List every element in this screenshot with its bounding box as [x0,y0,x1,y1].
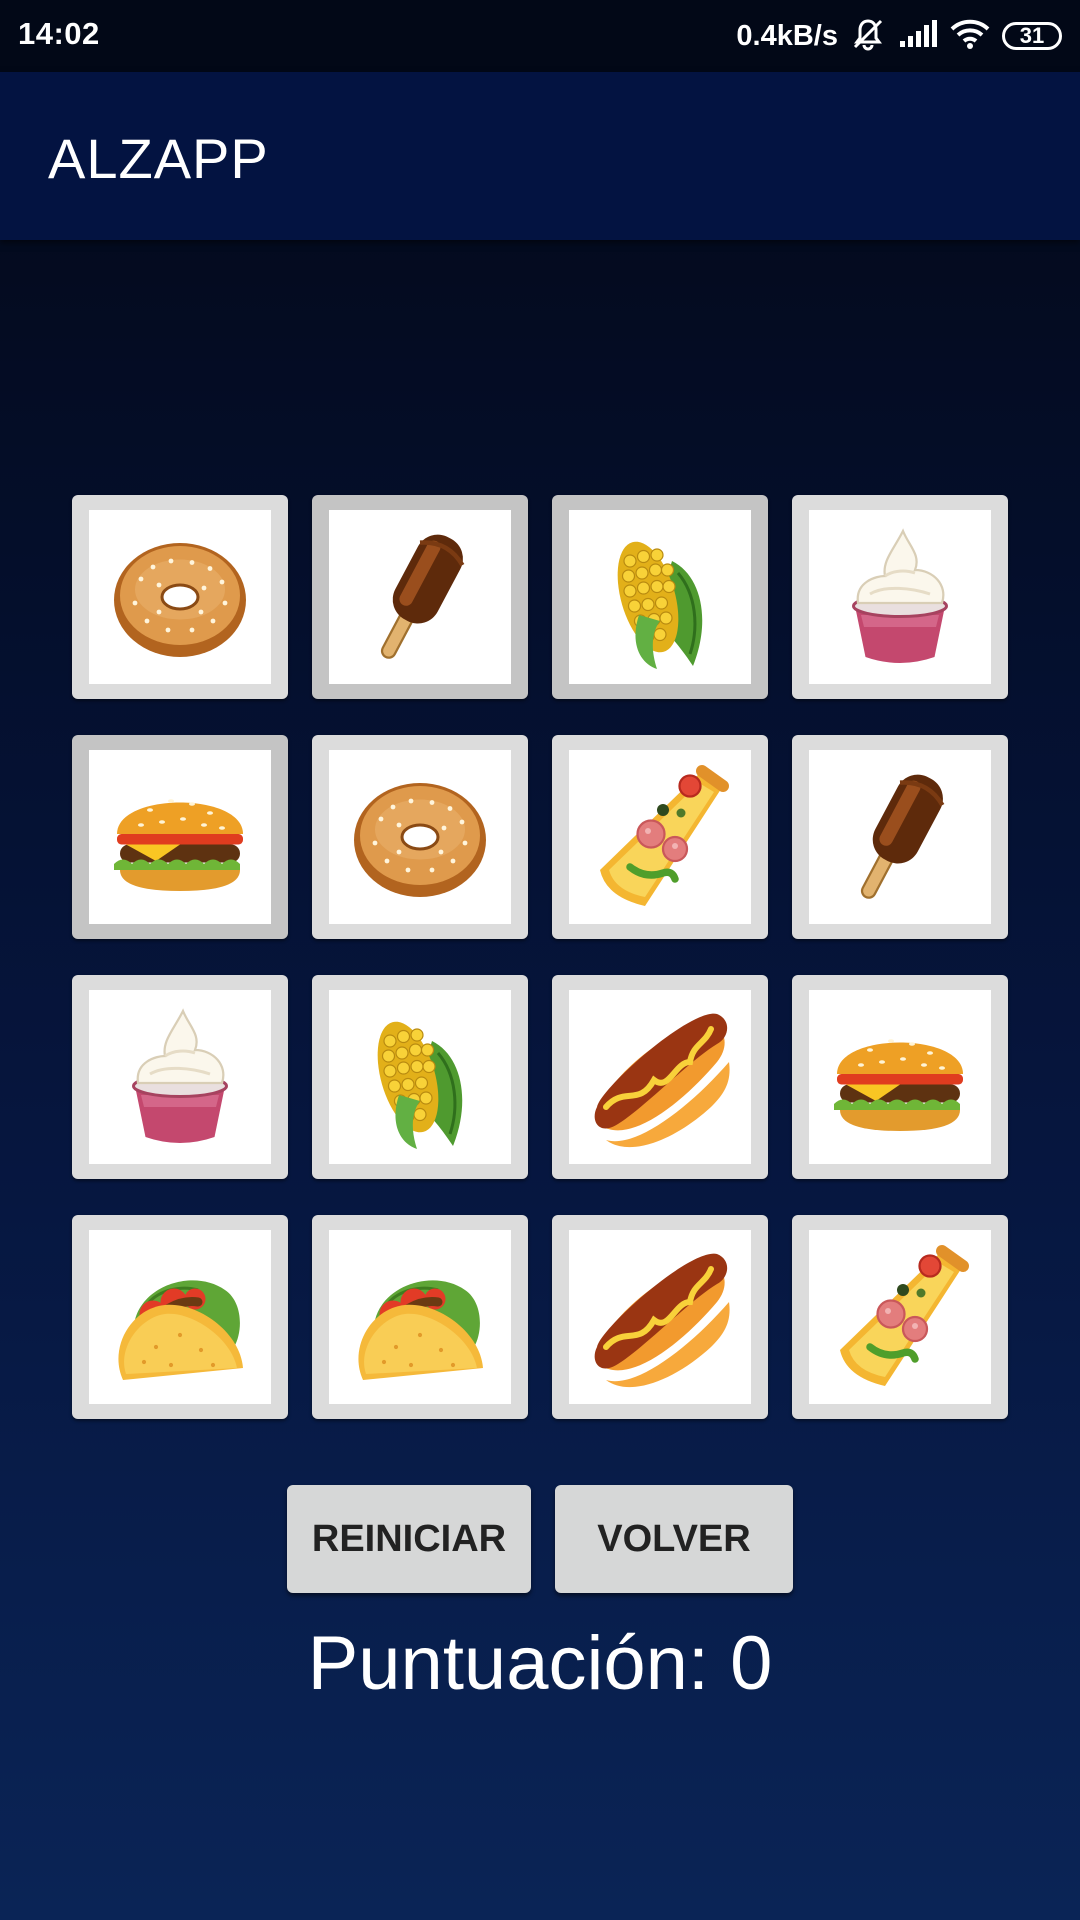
back-button[interactable]: VOLVER [555,1485,793,1593]
network-speed: 0.4kB/s [736,19,838,52]
status-icons: 0.4kB/s 31 [736,14,1062,58]
memory-board [72,495,1008,1419]
memory-card-r2-c1[interactable] [72,735,288,939]
ice-cream-bar-icon [809,750,991,924]
bagel-icon [329,750,511,924]
pizza-icon [569,750,751,924]
hamburger-icon [809,990,991,1164]
taco-icon [329,1230,511,1404]
bagel-icon [89,510,271,684]
restart-button[interactable]: REINICIAR [287,1485,531,1593]
memory-card-r4-c2[interactable] [312,1215,528,1419]
status-bar: 14:02 0.4kB/s 31 [0,0,1080,72]
memory-card-r1-c3[interactable] [552,495,768,699]
corn-icon [569,510,751,684]
hot-dog-icon [569,990,751,1164]
frozen-yogurt-icon [809,510,991,684]
memory-card-r2-c3[interactable] [552,735,768,939]
action-buttons: REINICIAR VOLVER [0,1485,1080,1593]
memory-card-r1-c4[interactable] [792,495,1008,699]
memory-card-r4-c4[interactable] [792,1215,1008,1419]
memory-card-r3-c1[interactable] [72,975,288,1179]
status-time: 14:02 [18,16,100,51]
bell-muted-icon [850,16,886,57]
memory-card-r2-c2[interactable] [312,735,528,939]
wifi-icon [950,18,990,55]
taco-icon [89,1230,271,1404]
memory-card-r4-c3[interactable] [552,1215,768,1419]
battery-icon: 31 [1002,22,1062,50]
hot-dog-icon [569,1230,751,1404]
memory-card-r1-c1[interactable] [72,495,288,699]
app-bar: ALZAPP [0,72,1080,240]
memory-card-r3-c4[interactable] [792,975,1008,1179]
app-title: ALZAPP [48,127,269,190]
pizza-icon [809,1230,991,1404]
ice-cream-bar-icon [329,510,511,684]
memory-card-r4-c1[interactable] [72,1215,288,1419]
memory-card-r3-c2[interactable] [312,975,528,1179]
corn-icon [329,990,511,1164]
frozen-yogurt-icon [89,990,271,1164]
score-label: Puntuación: 0 [307,1621,773,1706]
memory-card-r3-c3[interactable] [552,975,768,1179]
memory-card-r1-c2[interactable] [312,495,528,699]
memory-card-r2-c4[interactable] [792,735,1008,939]
hamburger-icon [89,750,271,924]
signal-icon [898,19,938,54]
